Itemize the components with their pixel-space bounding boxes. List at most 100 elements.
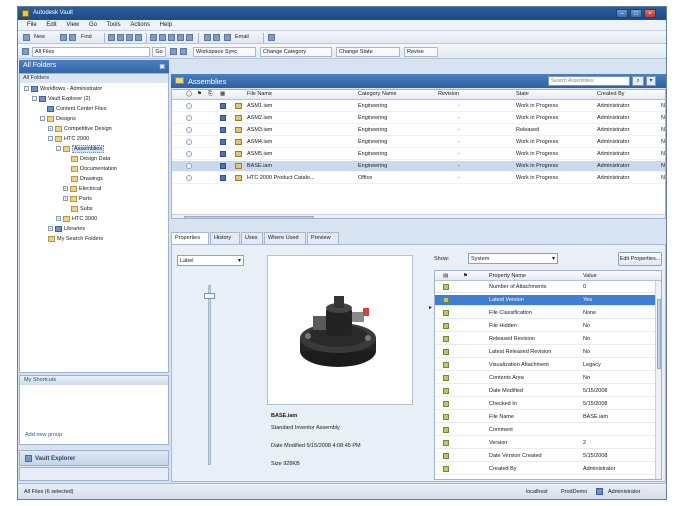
property-row[interactable]: Number of Attachments 0 (435, 282, 657, 293)
tree-node-subs[interactable]: Subs (71, 204, 93, 213)
menu-go[interactable]: Go (85, 20, 101, 28)
cut-icon[interactable] (108, 34, 115, 41)
check-in-icon[interactable] (159, 34, 166, 41)
collapse-icon[interactable]: - (32, 96, 37, 101)
collapse-icon[interactable]: - (24, 86, 29, 91)
col-value[interactable]: Value (583, 273, 597, 279)
tab-uses[interactable]: Uses (241, 232, 263, 244)
search-input[interactable]: Search Assemblies (548, 76, 630, 86)
col-type-icon[interactable]: ▦ (220, 91, 225, 97)
menu-view[interactable]: View (62, 20, 83, 28)
expand-icon[interactable]: + (48, 226, 53, 231)
tree-node-workflows[interactable]: - Workflows - Administrator (24, 84, 102, 93)
menu-edit[interactable]: Edit (42, 20, 60, 28)
tree-node-electrical[interactable]: + Electrical (63, 184, 101, 193)
help-icon[interactable] (268, 34, 275, 41)
row-select-icon[interactable] (186, 175, 192, 181)
minimize-button[interactable]: – (616, 9, 628, 18)
col-checkbox-icon[interactable]: ◯ (186, 91, 192, 97)
menu-help[interactable]: Help (156, 20, 176, 28)
email-icon[interactable] (224, 34, 231, 41)
tree-node-documentation[interactable]: Documentation (71, 164, 117, 173)
col-revision[interactable]: Revision (438, 91, 459, 97)
new-button[interactable]: New (32, 33, 56, 42)
vertical-scrollbar[interactable] (655, 281, 661, 479)
expand-icon[interactable]: + (56, 216, 61, 221)
address-field[interactable]: All Files (32, 47, 150, 57)
copy-icon[interactable] (117, 34, 124, 41)
expand-icon[interactable]: + (63, 196, 68, 201)
collapse-icon[interactable]: - (48, 136, 53, 141)
row-select-icon[interactable] (186, 115, 192, 121)
property-row[interactable]: File Hidden No (435, 321, 657, 332)
paste-icon[interactable] (126, 34, 133, 41)
change-category-button[interactable]: Change Category (260, 47, 332, 57)
table-row[interactable]: ASM4.iam Engineering - Work in Progress Admi… (172, 137, 665, 148)
tree-node-htc-2000[interactable]: - HTC 2000 (48, 134, 89, 143)
col-attach-icon[interactable]: ⎘ (208, 91, 212, 98)
tree-node-competitive-design[interactable]: + Competitive Design (48, 124, 112, 133)
find-button[interactable]: Find (79, 33, 101, 42)
workspace-sync-button[interactable]: Workspace Sync (193, 47, 256, 57)
property-row[interactable]: Version 2 (435, 438, 657, 449)
tree-node-drawings[interactable]: Drawings (71, 174, 103, 183)
tree-node-assemblies[interactable]: - Assemblies (56, 144, 105, 153)
back-icon[interactable] (60, 34, 67, 41)
property-row[interactable]: Latest Version Yes (435, 295, 657, 306)
search-options-icon[interactable]: ▾ (646, 76, 656, 86)
horizontal-scrollbar[interactable] (172, 214, 665, 218)
property-row[interactable]: File Name BASE.iam (435, 412, 657, 423)
vault-explorer-nav[interactable]: Vault Explorer (19, 450, 169, 466)
tree-node-libraries[interactable]: + Libraries (48, 224, 85, 233)
tree-node-htc-3000[interactable]: + HTC 3000 (56, 214, 97, 223)
refresh-icon[interactable] (204, 34, 211, 41)
property-row[interactable]: Created By Administrator (435, 464, 657, 475)
menu-tools[interactable]: Tools (103, 20, 125, 28)
table-row[interactable]: ASM2.iam Engineering - Work in Progress Admi… (172, 113, 665, 124)
expand-icon[interactable]: + (63, 186, 68, 191)
edit-properties-button[interactable]: Edit Properties... (618, 252, 662, 266)
tree-node-my-search-folders[interactable]: My Search Folders (48, 234, 103, 243)
email-button[interactable]: Email (233, 33, 259, 42)
slider-knob[interactable] (204, 293, 215, 299)
collapse-icon[interactable]: - (56, 146, 61, 151)
table-row[interactable]: HTC 2000 Product Catalo... Office - Work in… (172, 173, 665, 184)
property-row[interactable]: Latest Released Revision No (435, 347, 657, 358)
row-select-icon[interactable] (186, 139, 192, 145)
row-select-icon[interactable] (186, 103, 192, 109)
col-status-icon[interactable]: ⚑ (197, 91, 202, 97)
property-row[interactable]: Date Version Created 5/15/2008 (435, 451, 657, 462)
collapse-icon[interactable]: - (40, 116, 45, 121)
tab-where-used[interactable]: Where Used (264, 232, 306, 244)
tab-history[interactable]: History (210, 232, 240, 244)
change-state-button[interactable]: Change State (336, 47, 400, 57)
details-icon[interactable] (213, 34, 220, 41)
col-icon[interactable]: ▤ (443, 273, 448, 279)
pin-icon[interactable]: ▣ (159, 63, 165, 70)
col-lock-icon[interactable]: ⚑ (463, 273, 468, 279)
table-row[interactable]: BASE.iam Engineering - Work in Progress Admi… (172, 161, 665, 172)
row-select-icon[interactable] (186, 151, 192, 157)
go-button[interactable]: Go (152, 47, 166, 57)
menu-actions[interactable]: Actions (126, 20, 154, 28)
property-row[interactable]: Contents Area No (435, 373, 657, 384)
property-row[interactable]: Comment (435, 425, 657, 436)
table-row[interactable]: ASM3.iam Engineering - Released Administrato… (172, 125, 665, 136)
tree-node-parts[interactable]: + Parts (63, 194, 92, 203)
get-latest-icon[interactable] (177, 34, 184, 41)
scroll-thumb[interactable] (184, 216, 314, 218)
property-row[interactable]: Date Modified 5/15/2008 (435, 386, 657, 397)
print-icon[interactable] (180, 48, 187, 55)
property-row[interactable]: Released Revision No (435, 334, 657, 345)
new-icon[interactable] (23, 34, 30, 41)
scroll-thumb[interactable] (657, 299, 661, 369)
col-file-name[interactable]: File Name (247, 91, 272, 97)
delete-icon[interactable] (135, 34, 142, 41)
property-row[interactable]: File Classification None (435, 308, 657, 319)
menu-file[interactable]: File (18, 20, 41, 28)
tree-node-designs[interactable]: - Designs (40, 114, 76, 123)
tree-node-design-data[interactable]: Design Data (71, 154, 110, 163)
col-state[interactable]: State (516, 91, 529, 97)
add-new-group-link[interactable]: Add new group (25, 432, 62, 438)
open-icon[interactable] (186, 34, 193, 41)
